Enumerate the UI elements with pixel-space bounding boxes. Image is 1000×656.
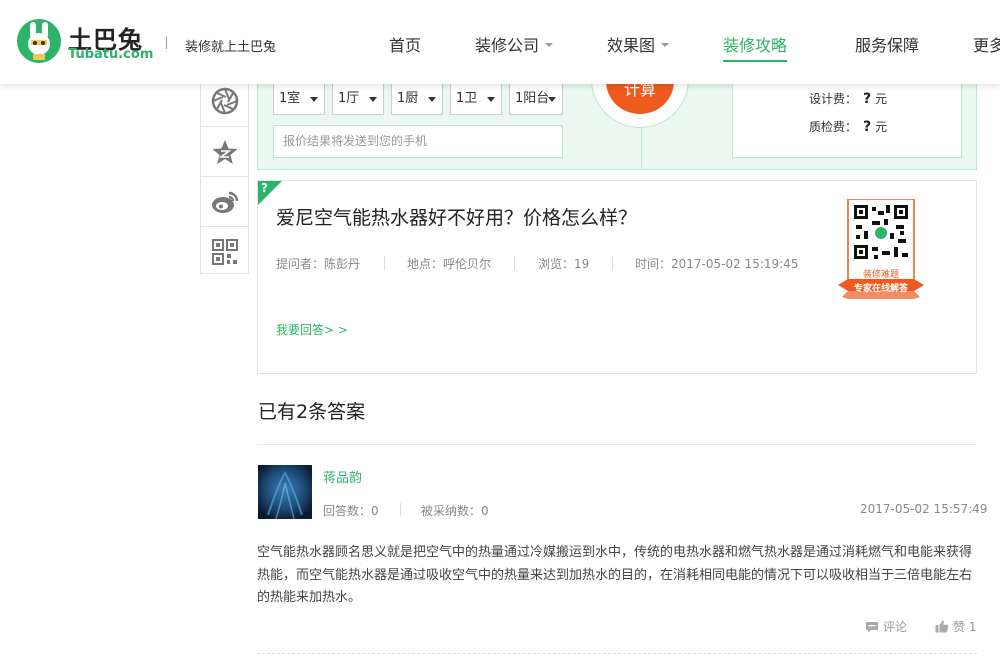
fee-unit: 元 — [875, 92, 888, 106]
answer-bottom-divider — [257, 653, 977, 654]
nav-label: 效果图 — [607, 36, 656, 55]
share-weibo-button[interactable] — [201, 176, 248, 226]
share-qrcode-button[interactable] — [201, 226, 248, 276]
like-label: 赞 1 — [953, 620, 977, 634]
adopted-count: 被采纳数：0 — [421, 504, 489, 518]
meta-divider — [384, 256, 385, 270]
comment-button[interactable]: 评论 — [865, 618, 907, 635]
kitchen-select[interactable]: 1厨 — [391, 83, 443, 115]
fee-label: 设计费： — [809, 92, 858, 106]
thumbs-up-icon — [935, 620, 949, 633]
stat-divider — [400, 503, 401, 516]
qr-caption-bottom: 专家在线解答 — [853, 284, 908, 294]
meta-divider — [612, 256, 613, 270]
nav-service-guarantee[interactable]: 服务保障 — [855, 32, 919, 56]
answers-divider — [257, 444, 977, 445]
question-location: 地点：呼伦贝尔 — [407, 257, 492, 271]
question-time: 时间：2017-05-02 15:19:45 — [635, 257, 799, 271]
nav-home[interactable]: 首页 — [389, 32, 421, 56]
nav-more[interactable]: 更多 — [973, 32, 1000, 56]
inspection-fee: 质检费：? 元 — [809, 118, 887, 135]
hall-select[interactable]: 1厅 — [332, 83, 384, 115]
fee-label: 质检费： — [809, 120, 858, 134]
nav-label: 装修攻略 — [723, 36, 788, 55]
fee-value: ? — [863, 119, 872, 135]
brand-domain[interactable]: Tubatu.com — [68, 47, 153, 62]
nav-label: 服务保障 — [855, 36, 920, 55]
answer-text: 空气能热水器顾名思义就是把空气中的热量通过冷媒搬运到水中，传统的电热水器和燃气热… — [257, 545, 973, 605]
qr-caption-top: 装修难题 — [862, 270, 899, 280]
nav-label: 首页 — [389, 36, 422, 55]
balcony-select[interactable]: 1阳台 — [509, 83, 563, 115]
caret-down-icon — [545, 42, 554, 47]
question-badge-label: ? — [261, 181, 268, 195]
user-avatar[interactable] — [258, 465, 312, 519]
comment-label: 评论 — [883, 620, 908, 634]
answers-heading: 已有2条答案 — [258, 401, 366, 423]
caret-down-icon — [661, 42, 670, 47]
nav-label: 更多 — [973, 36, 1000, 55]
question-title: 爱尼空气能热水器好不好用？价格怎么样？ — [276, 207, 638, 229]
question-asker: 提问者：陈彭丹 — [276, 257, 361, 271]
meta-divider — [514, 256, 515, 270]
like-button[interactable]: 赞 1 — [935, 618, 976, 635]
nav-effect-images[interactable]: 效果图 — [607, 32, 670, 56]
phone-input[interactable]: 报价结果将发送到您的手机 — [273, 125, 563, 158]
site-header: 土巴兔 Tubatu.com 装修就上土巴兔 首页 装修公司 效果图 装修攻略 … — [0, 0, 1000, 84]
answer-count: 回答数：0 — [323, 504, 379, 518]
weibo-icon — [211, 191, 238, 213]
quote-calculator: 1室 1厅 1厨 1卫 1阳台 报价结果将发送到您的手机 计算 设计费：? 元 质… — [257, 30, 977, 170]
comment-icon — [866, 621, 878, 632]
calc-divider — [641, 128, 642, 170]
answer-time: 2017-05-02 15:57:49 — [860, 502, 988, 516]
answer-question-link[interactable]: 我要回答> > — [276, 321, 348, 338]
rabbit-logo-icon[interactable] — [16, 18, 62, 64]
slogan-divider — [166, 37, 167, 49]
share-qzone-button[interactable] — [201, 126, 248, 176]
camera-shutter-icon — [211, 87, 238, 115]
room-select[interactable]: 1室 — [273, 83, 325, 115]
nav-label: 装修公司 — [475, 36, 540, 55]
fee-unit: 元 — [875, 120, 888, 134]
qr-code-icon — [211, 238, 238, 265]
nav-decoration-companies[interactable]: 装修公司 — [475, 32, 554, 56]
question-views: 浏览：19 — [538, 257, 590, 271]
brand-slogan: 装修就上土巴兔 — [185, 40, 277, 55]
question-card: ? 爱尼空气能热水器好不好用？价格怎么样？ 提问者：陈彭丹 地点：呼伦贝尔 浏览… — [257, 180, 977, 374]
design-fee: 设计费：? 元 — [809, 90, 887, 107]
nav-decoration-guides[interactable]: 装修攻略 — [723, 32, 788, 62]
bathroom-select[interactable]: 1卫 — [450, 83, 502, 115]
answer-username[interactable]: 蒋品韵 — [323, 467, 362, 486]
star-icon — [212, 139, 237, 164]
share-sidebar — [200, 76, 249, 274]
fee-value: ? — [863, 91, 872, 107]
